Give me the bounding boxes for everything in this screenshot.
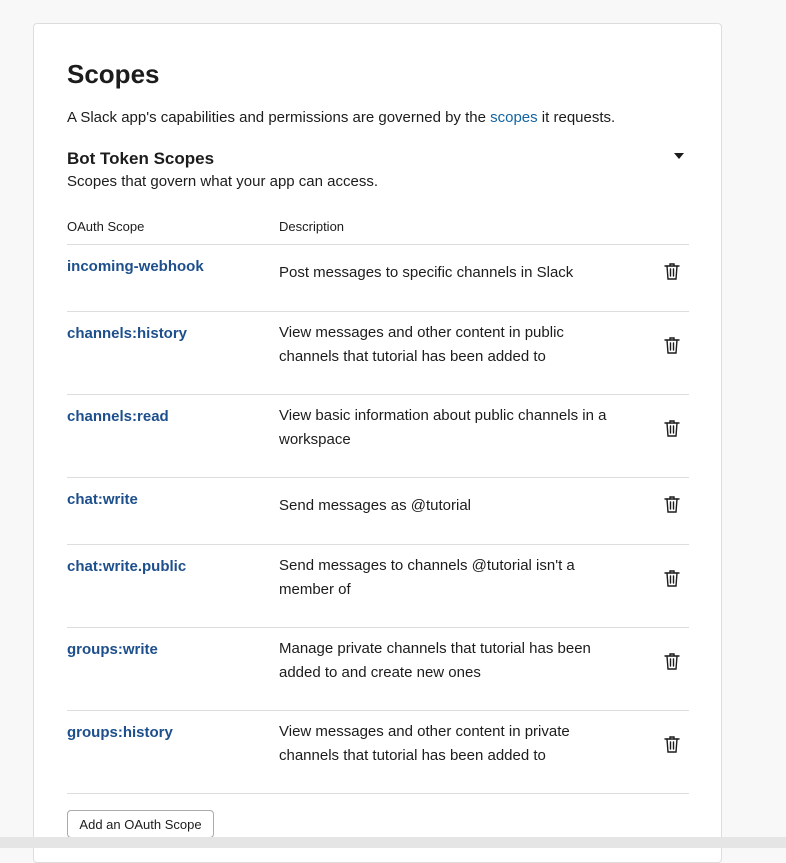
- scope-link[interactable]: groups:write: [67, 640, 158, 660]
- bot-token-scopes-title: Bot Token Scopes: [67, 149, 215, 168]
- trash-icon[interactable]: [661, 260, 683, 282]
- intro-text-after: it requests.: [537, 109, 616, 126]
- trash-icon[interactable]: [661, 417, 683, 439]
- scope-link[interactable]: groups:history: [67, 723, 173, 743]
- add-oauth-scope-button[interactable]: Add an OAuth Scope: [67, 810, 214, 838]
- scope-description: View messages and other content in publi…: [279, 324, 564, 365]
- scope-link[interactable]: channels:read: [67, 407, 169, 427]
- scopes-link[interactable]: scopes: [490, 109, 538, 126]
- scope-description: Send messages to channels @tutorial isn'…: [279, 557, 575, 598]
- scopes-card: Scopes A Slack app's capabilities and pe…: [33, 23, 722, 863]
- scope-link[interactable]: channels:history: [67, 324, 187, 344]
- scope-link[interactable]: chat:write: [67, 490, 138, 510]
- bot-token-scopes-subtitle: Scopes that govern what your app can acc…: [67, 173, 379, 190]
- table-row: groups:write Manage private channels tha…: [67, 628, 689, 711]
- trash-icon[interactable]: [661, 334, 683, 356]
- scope-description: Post messages to specific channels in Sl…: [279, 264, 574, 281]
- table-row: channels:history View messages and other…: [67, 312, 689, 395]
- caret-down-icon[interactable]: [671, 148, 687, 164]
- scope-description: Send messages as @tutorial: [279, 497, 471, 514]
- table-row: chat:write Send messages as @tutorial: [67, 478, 689, 545]
- intro-text-before: A Slack app's capabilities and permissio…: [67, 109, 491, 126]
- trash-icon[interactable]: [661, 650, 683, 672]
- table-row: channels:read View basic information abo…: [67, 395, 689, 478]
- scope-link[interactable]: incoming-webhook: [67, 257, 204, 277]
- scopes-table: OAuth Scope Description incoming-webhook…: [67, 212, 689, 794]
- horizontal-scrollbar[interactable]: [0, 837, 786, 848]
- column-header-oauth-scope: OAuth Scope: [67, 219, 145, 234]
- column-header-description: Description: [279, 219, 345, 234]
- table-header: OAuth Scope Description: [67, 212, 689, 245]
- trash-icon[interactable]: [661, 733, 683, 755]
- table-row: groups:history View messages and other c…: [67, 711, 689, 794]
- table-row: chat:write.public Send messages to chann…: [67, 545, 689, 628]
- table-row: incoming-webhook Post messages to specif…: [67, 245, 689, 312]
- scope-link[interactable]: chat:write.public: [67, 557, 186, 577]
- scope-description: View basic information about public chan…: [279, 407, 607, 448]
- scopes-intro: A Slack app's capabilities and permissio…: [67, 108, 615, 128]
- page-title: Scopes: [67, 59, 160, 89]
- trash-icon[interactable]: [661, 567, 683, 589]
- scope-description: Manage private channels that tutorial ha…: [279, 640, 591, 681]
- scope-description: View messages and other content in priva…: [279, 723, 570, 764]
- trash-icon[interactable]: [661, 493, 683, 515]
